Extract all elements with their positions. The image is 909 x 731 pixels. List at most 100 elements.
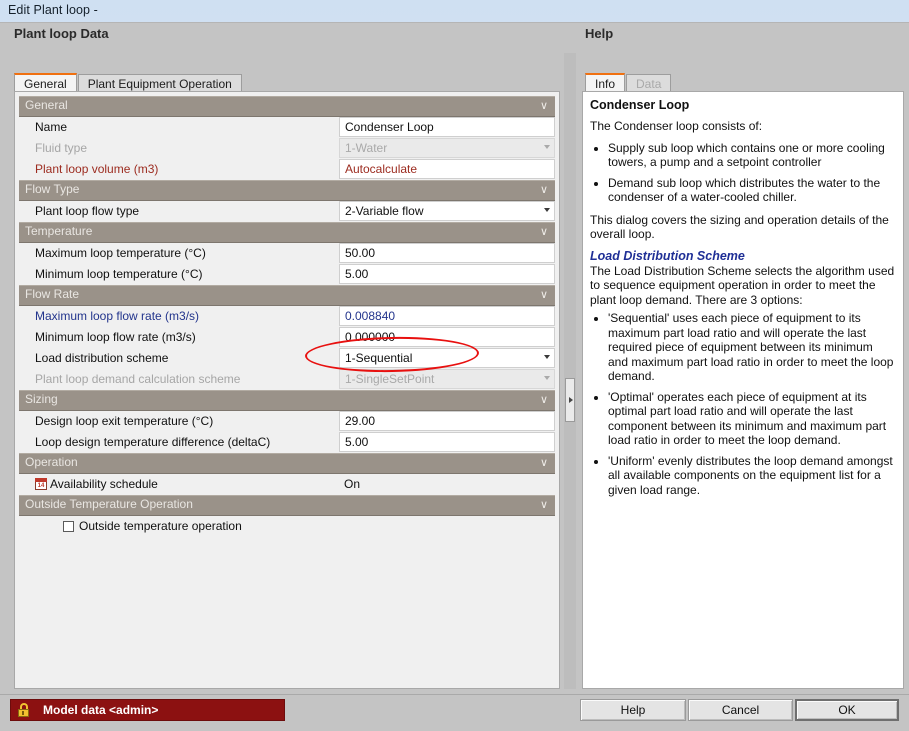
field-value: 0.008840 [345, 309, 395, 323]
row-loop-design-temperature-difference[interactable]: Loop design temperature difference (delt… [19, 432, 555, 453]
plant-loop-demand-calculation-scheme-dropdown: 1-SingleSetPoint [339, 369, 555, 389]
row-minimum-loop-temperature[interactable]: Minimum loop temperature (°C) 5.00 [19, 264, 555, 285]
help-paragraph: This dialog covers the sizing and operat… [590, 213, 896, 242]
row-maximum-loop-temperature[interactable]: Maximum loop temperature (°C) 50.00 [19, 243, 555, 264]
collapse-chevron-icon[interactable]: ∨ [540, 287, 548, 303]
field-value: 29.00 [345, 414, 375, 428]
group-header-temperature[interactable]: Temperature ∨ [19, 222, 555, 243]
dialog-window: Edit Plant loop - Plant loop Data Help G… [0, 0, 909, 731]
maximum-loop-temperature-input[interactable]: 50.00 [339, 243, 555, 263]
row-label: Loop design temperature difference (delt… [35, 435, 270, 449]
dialog-frame: Plant loop Data Help GeneralPlant Equipm… [0, 22, 909, 695]
group-header-outside-temperature-operation[interactable]: Outside Temperature Operation ∨ [19, 495, 555, 516]
group-header-flow-rate[interactable]: Flow Rate ∨ [19, 285, 555, 306]
tab-plant-equipment-operation[interactable]: Plant Equipment Operation [78, 74, 242, 92]
field-value: Condenser Loop [345, 120, 434, 134]
row-minimum-loop-flow-rate[interactable]: Minimum loop flow rate (m3/s) 0.000000 [19, 327, 555, 348]
group-header-general[interactable]: General ∨ [19, 96, 555, 117]
collapse-chevron-icon[interactable]: ∨ [540, 98, 548, 114]
row-label: Minimum loop flow rate (m3/s) [35, 330, 196, 344]
help-content: Condenser Loop The Condenser loop consis… [582, 91, 904, 689]
group-label: Outside Temperature Operation [25, 497, 193, 511]
row-label: Plant loop flow type [35, 204, 139, 218]
group-label: Flow Rate [25, 287, 79, 301]
row-maximum-loop-flow-rate[interactable]: Maximum loop flow rate (m3/s) 0.008840 [19, 306, 555, 327]
ok-button[interactable]: OK [795, 699, 899, 721]
row-plant-loop-flow-type[interactable]: Plant loop flow type 2-Variable flow [19, 201, 555, 222]
help-tabstrip: InfoData [585, 73, 672, 92]
row-label: Availability schedule [50, 477, 158, 491]
status-text: Model data <admin> [43, 703, 158, 717]
availability-schedule-value[interactable]: On [344, 477, 360, 491]
field-value: 1-Water [345, 141, 387, 155]
status-badge: Model data <admin> [10, 699, 285, 721]
design-loop-exit-temperature-input[interactable]: 29.00 [339, 411, 555, 431]
chevron-down-icon [544, 145, 550, 149]
row-outside-temperature-operation[interactable]: Outside temperature operation [19, 516, 555, 538]
help-panel-title: Help [585, 26, 613, 41]
loop-design-temperature-difference-input[interactable]: 5.00 [339, 432, 555, 452]
plant-loop-volume-input[interactable]: Autocalculate [339, 159, 555, 179]
row-label: Plant loop demand calculation scheme [35, 372, 240, 386]
help-bullet-list: Supply sub loop which contains one or mo… [590, 141, 896, 205]
chevron-down-icon[interactable] [544, 208, 550, 212]
help-button[interactable]: Help [580, 699, 686, 721]
group-header-flow-type[interactable]: Flow Type ∨ [19, 180, 555, 201]
collapse-chevron-icon[interactable]: ∨ [540, 224, 548, 240]
row-design-loop-exit-temperature[interactable]: Design loop exit temperature (°C) 29.00 [19, 411, 555, 432]
minimum-loop-temperature-input[interactable]: 5.00 [339, 264, 555, 284]
field-value: 1-Sequential [345, 351, 412, 365]
fluid-type-dropdown: 1-Water [339, 138, 555, 158]
row-label: Maximum loop temperature (°C) [35, 246, 206, 260]
left-tabstrip: GeneralPlant Equipment Operation [14, 73, 243, 92]
row-label: Design loop exit temperature (°C) [35, 414, 213, 428]
row-plant-loop-volume[interactable]: Plant loop volume (m3) Autocalculate [19, 159, 555, 180]
cancel-button[interactable]: Cancel [688, 699, 793, 721]
row-name[interactable]: Name Condenser Loop [19, 117, 555, 138]
minimum-loop-flow-rate-input[interactable]: 0.000000 [339, 327, 555, 347]
name-input[interactable]: Condenser Loop [339, 117, 555, 137]
group-header-operation[interactable]: Operation ∨ [19, 453, 555, 474]
load-distribution-scheme-dropdown[interactable]: 1-Sequential [339, 348, 555, 368]
collapse-chevron-icon[interactable]: ∨ [540, 392, 548, 408]
help-sub-bullet-list: 'Sequential' uses each piece of equipmen… [590, 311, 896, 497]
dialog-footer: Model data <admin> Help Cancel OK [0, 694, 909, 731]
collapse-chevron-icon[interactable]: ∨ [540, 497, 548, 513]
field-value: 5.00 [345, 435, 368, 449]
row-plant-loop-demand-calculation-scheme: Plant loop demand calculation scheme 1-S… [19, 369, 555, 390]
list-item: 'Sequential' uses each piece of equipmen… [608, 311, 896, 384]
row-label: Minimum loop temperature (°C) [35, 267, 203, 281]
row-load-distribution-scheme[interactable]: Load distribution scheme 1-Sequential [19, 348, 555, 369]
field-value: 5.00 [345, 267, 368, 281]
row-label: Fluid type [35, 141, 87, 155]
chevron-down-icon[interactable] [544, 355, 550, 359]
group-header-sizing[interactable]: Sizing ∨ [19, 390, 555, 411]
group-label: Operation [25, 455, 78, 469]
property-grid-container: General ∨ Name Condenser Loop Fluid type… [14, 91, 560, 689]
chevron-down-icon [544, 376, 550, 380]
group-label: Temperature [25, 224, 92, 238]
tab-data[interactable]: Data [626, 74, 671, 92]
row-availability-schedule[interactable]: 14 Availability schedule On [19, 474, 555, 495]
window-title: Edit Plant loop - [8, 3, 98, 17]
tab-general[interactable]: General [14, 73, 77, 92]
collapse-chevron-icon[interactable]: ∨ [540, 455, 548, 471]
plant-loop-flow-type-dropdown[interactable]: 2-Variable flow [339, 201, 555, 221]
row-label: Load distribution scheme [35, 351, 168, 365]
help-heading: Condenser Loop [590, 98, 896, 112]
field-value: 0.000000 [345, 330, 395, 344]
list-item: Demand sub loop which distributes the wa… [608, 176, 896, 205]
maximum-loop-flow-rate-input[interactable]: 0.008840 [339, 306, 555, 326]
collapse-chevron-icon[interactable]: ∨ [540, 182, 548, 198]
group-label: General [25, 98, 68, 112]
panel-splitter[interactable] [564, 53, 576, 689]
help-sub-paragraph: The Load Distribution Scheme selects the… [590, 264, 896, 308]
row-label: Name [35, 120, 67, 134]
calendar-day-number: 14 [36, 482, 46, 490]
lock-icon [18, 703, 29, 717]
splitter-expand-handle[interactable] [565, 378, 575, 422]
tab-info[interactable]: Info [585, 73, 625, 92]
help-intro: The Condenser loop consists of: [590, 119, 896, 134]
row-label: Plant loop volume (m3) [35, 162, 158, 176]
outside-temperature-operation-checkbox[interactable] [63, 521, 74, 532]
